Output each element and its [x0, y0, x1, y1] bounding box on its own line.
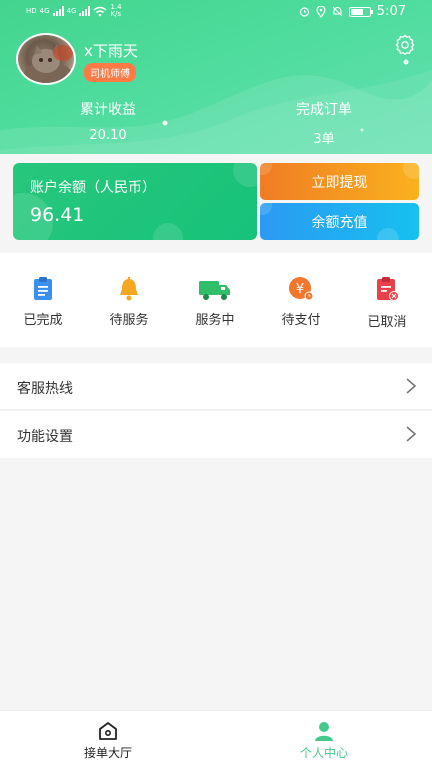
- order-pending-payment-label: 待支付: [281, 313, 321, 328]
- wifi-icon: [93, 6, 107, 16]
- bottom-tab-bar: 接单大厅 个人中心: [0, 710, 432, 768]
- speed-unit: K/s: [110, 10, 122, 18]
- tab-personal-center[interactable]: 个人中心: [216, 711, 432, 768]
- earnings-label: 累计收益: [80, 102, 136, 118]
- chevron-right-icon: [406, 426, 417, 442]
- earnings-value: 20.10: [89, 128, 127, 143]
- cancel-clipboard-icon: [377, 277, 399, 301]
- order-completed-label: 已完成: [23, 313, 63, 328]
- tab-order-hall[interactable]: 接单大厅: [0, 711, 216, 768]
- signal-icon-2: [79, 6, 91, 16]
- order-status-panel: 已完成 待服务 服务中 ¥ 待支付 已取消: [0, 253, 432, 347]
- avatar[interactable]: [16, 33, 76, 85]
- order-pending-service-label: 待服务: [109, 313, 149, 328]
- order-cancelled-label: 已取消: [367, 315, 407, 330]
- balance-card[interactable]: 账户余额（人民币） 96.41: [13, 163, 257, 240]
- gear-icon[interactable]: [394, 33, 416, 55]
- chevron-right-icon: [406, 378, 417, 394]
- alarm-icon: [299, 7, 309, 17]
- order-pending-payment[interactable]: ¥ 待支付: [258, 253, 344, 347]
- withdraw-button[interactable]: 立即提现: [260, 163, 419, 200]
- mute-icon: [332, 6, 343, 17]
- recharge-button[interactable]: 余额充值: [260, 203, 419, 240]
- role-badge: 司机师傅: [84, 63, 136, 82]
- orders-label: 完成订单: [296, 102, 352, 118]
- order-pending-service[interactable]: 待服务: [86, 253, 172, 347]
- order-in-service[interactable]: 服务中: [172, 253, 258, 347]
- tab-order-hall-label: 接单大厅: [83, 746, 132, 760]
- balance-label: 账户余额（人民币）: [30, 180, 156, 196]
- signal-icon: [52, 6, 64, 16]
- earnings-stat: 累计收益 20.10: [48, 99, 168, 143]
- settings-label: 功能设置: [17, 429, 73, 445]
- balance-value: 96.41: [30, 204, 85, 226]
- order-completed[interactable]: 已完成: [0, 253, 86, 347]
- user-icon: [315, 722, 333, 741]
- menu-hotline[interactable]: 客服热线: [0, 363, 432, 410]
- tab-personal-center-label: 个人中心: [299, 746, 348, 760]
- bell-icon: [120, 277, 138, 301]
- order-cancelled[interactable]: 已取消: [344, 253, 430, 347]
- menu-settings[interactable]: 功能设置: [0, 411, 432, 458]
- status-time: 5:07: [376, 4, 406, 19]
- battery-icon: [348, 6, 373, 17]
- status-bar: HD 4G 4G 1.4 K/s 5:07: [0, 0, 432, 24]
- sim-label: HD: [26, 6, 37, 15]
- orders-value: 3单: [313, 132, 335, 147]
- recharge-label: 余额充值: [311, 214, 368, 231]
- order-in-service-label: 服务中: [195, 313, 235, 328]
- orders-stat: 完成订单 3单: [264, 99, 384, 147]
- location-icon: [316, 5, 326, 18]
- truck-icon: [199, 281, 230, 300]
- home-icon: [99, 722, 117, 740]
- hotline-label: 客服热线: [17, 381, 73, 397]
- clipboard-icon: [34, 277, 52, 300]
- username: x下雨天: [84, 42, 138, 60]
- network-type: 4G: [39, 6, 50, 15]
- withdraw-label: 立即提现: [311, 174, 368, 191]
- network-type-2: 4G: [66, 6, 77, 15]
- yuan-coin-icon: ¥: [289, 277, 314, 301]
- profile-header: HD 4G 4G 1.4 K/s 5:07 x下雨天 司机师傅 累计收益 20.…: [0, 0, 432, 154]
- svg-text:¥: ¥: [296, 282, 304, 297]
